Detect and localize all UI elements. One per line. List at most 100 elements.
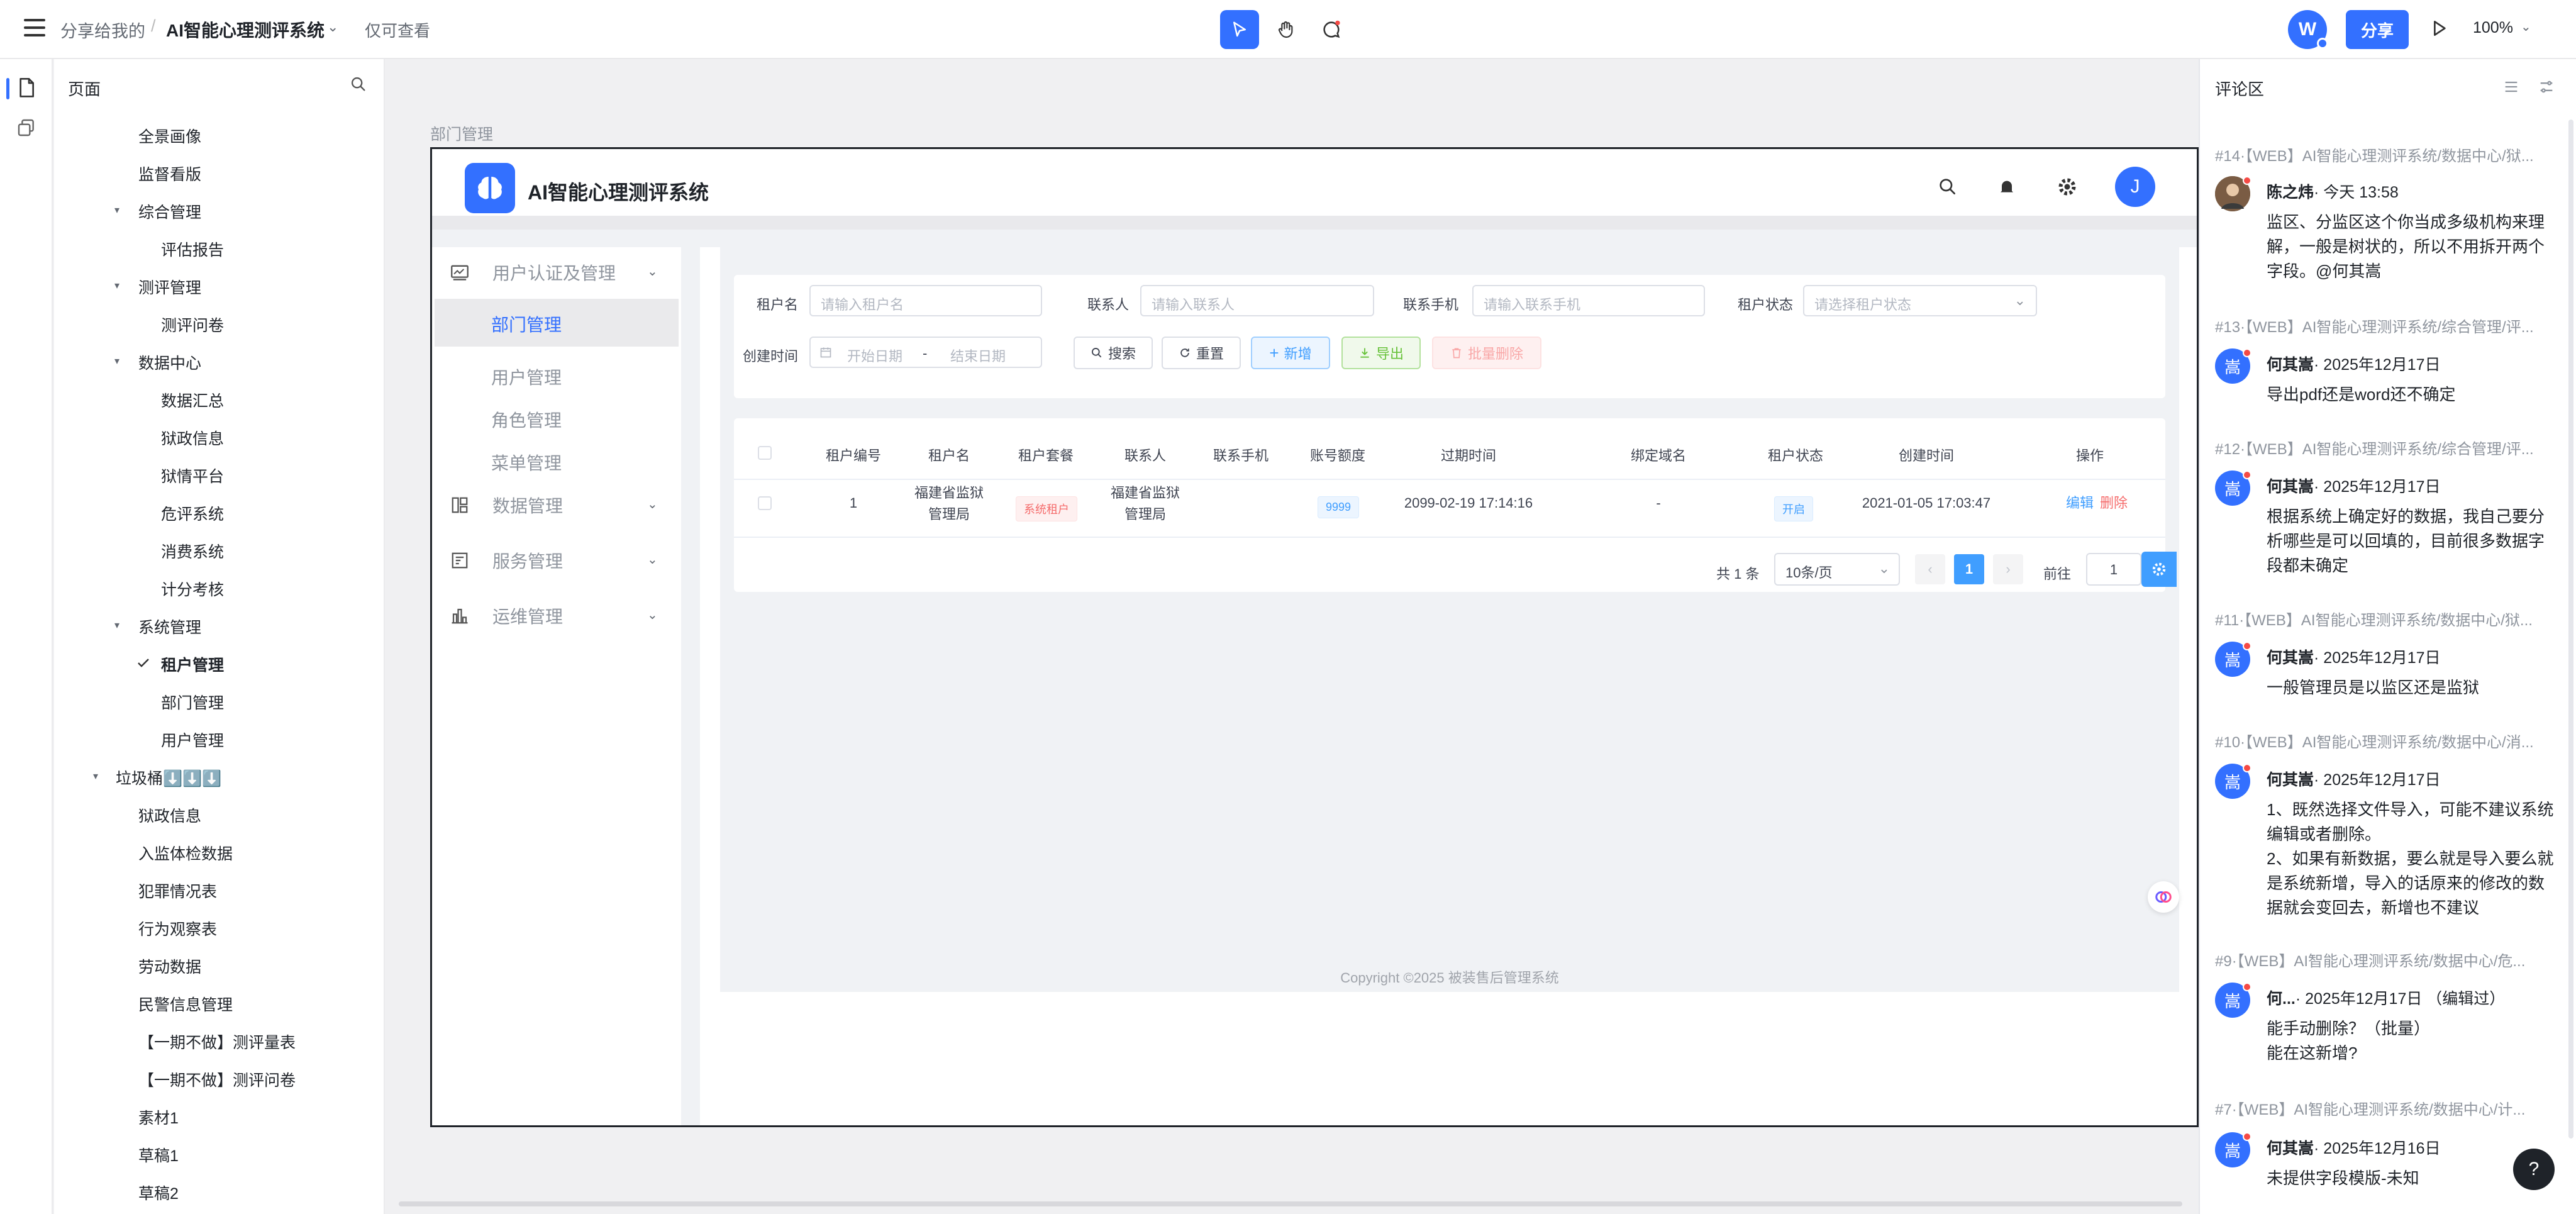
page-item[interactable]: 入监体检数据 (138, 842, 233, 864)
contact-input[interactable]: 请输入联系人 (1140, 285, 1374, 316)
share-button[interactable]: 分享 (2346, 10, 2409, 49)
edit-link[interactable]: 编辑 (2066, 493, 2094, 514)
search-icon[interactable] (1938, 177, 1958, 197)
page-item[interactable]: 行为观察表 (138, 917, 217, 940)
horizontal-scrollbar[interactable] (399, 1201, 2182, 1206)
comment-tool-button[interactable] (1312, 10, 1351, 49)
comment-context[interactable]: #9·【WEB】AI智能心理测评系统/数据中心/危... (2215, 949, 2561, 971)
page-item[interactable]: 素材1 (138, 1106, 179, 1128)
user-avatar[interactable]: W (2288, 10, 2328, 49)
reset-button[interactable]: 重置 (1162, 337, 1241, 369)
expand-caret-icon[interactable]: ▾ (114, 619, 119, 632)
page-size-select[interactable]: 10条/页 ⌄ (1774, 553, 1900, 586)
page-item[interactable]: 数据中心 (138, 351, 201, 374)
batch-delete-button[interactable]: 批量删除 (1432, 337, 1541, 369)
select-all-checkbox[interactable] (758, 446, 772, 460)
goto-page-input[interactable]: 1 (2086, 553, 2141, 586)
nav-group-data[interactable]: 数据管理 (450, 493, 563, 518)
page-item[interactable]: 计分考核 (161, 577, 224, 600)
page-item[interactable]: 垃圾桶⬇️⬇️⬇️ (116, 766, 221, 789)
project-name[interactable]: AI智能心理测评系统 (166, 17, 325, 42)
expand-caret-icon[interactable]: ▾ (93, 770, 98, 782)
page-item[interactable]: 测评问卷 (161, 313, 224, 336)
page-item[interactable]: 系统管理 (138, 615, 201, 638)
prev-page-button[interactable]: ‹ (1915, 554, 1945, 584)
comment-context[interactable]: #12·【WEB】AI智能心理测评系统/综合管理/评... (2215, 437, 2561, 459)
comment-context[interactable]: #11·【WEB】AI智能心理测评系统/数据中心/狱... (2215, 608, 2561, 630)
expand-caret-icon[interactable]: ▾ (114, 204, 119, 216)
nav-group-auth[interactable]: 用户认证及管理 (450, 260, 616, 285)
nav-item-roles[interactable]: 角色管理 (491, 407, 562, 432)
page-item[interactable]: 劳动数据 (138, 955, 201, 977)
hamburger-menu-icon[interactable] (24, 19, 45, 38)
comment-context[interactable]: #14·【WEB】AI智能心理测评系统/数据中心/狱... (2215, 143, 2561, 165)
design-frame[interactable]: AI智能心理测评系统 J 用户认证及管理 ⌄ 部门管理 用户管理 角色管理 菜单… (430, 147, 2199, 1127)
page-item[interactable]: 危评系统 (161, 502, 224, 525)
page-item[interactable]: 草稿2 (138, 1181, 179, 1204)
page-item[interactable]: 评估报告 (161, 238, 224, 260)
page-item[interactable]: 数据汇总 (161, 389, 224, 411)
chevron-down-icon[interactable]: ⌄ (647, 552, 658, 567)
page-item[interactable]: 狱政信息 (138, 804, 201, 827)
expand-caret-icon[interactable]: ▾ (114, 355, 119, 367)
page-item[interactable]: 草稿1 (138, 1144, 179, 1166)
nav-item-active[interactable]: 部门管理 (435, 299, 679, 347)
nav-group-ops[interactable]: 运维管理 (450, 603, 563, 628)
bell-icon[interactable] (1997, 177, 2017, 197)
comment-context[interactable]: #10·【WEB】AI智能心理测评系统/数据中心/消... (2215, 730, 2561, 752)
chevron-down-icon[interactable]: ⌄ (647, 496, 658, 512)
page-item[interactable]: 犯罪情况表 (138, 879, 217, 902)
app-user-avatar[interactable]: J (2115, 167, 2155, 207)
row-checkbox[interactable] (758, 496, 772, 510)
page-item[interactable]: 狱政信息 (161, 426, 224, 449)
nav-item-users[interactable]: 用户管理 (491, 364, 562, 389)
page-item[interactable]: 【一期不做】测评量表 (138, 1030, 296, 1053)
search-icon[interactable] (350, 75, 367, 93)
zoom-dropdown-icon[interactable]: ⌄ (2521, 19, 2531, 35)
page-item[interactable]: 部门管理 (161, 691, 224, 713)
nav-group-service[interactable]: 服务管理 (450, 548, 563, 573)
add-button[interactable]: + 新增 (1251, 337, 1330, 369)
status-select[interactable]: 请选择租户状态 ⌄ (1803, 285, 2037, 316)
tenant-name-input[interactable]: 请输入租户名 (809, 285, 1042, 316)
export-button[interactable]: 导出 (1341, 337, 1421, 369)
start-date-input[interactable]: 开始日期 (847, 345, 902, 365)
page-item[interactable]: 全景画像 (138, 125, 201, 147)
project-dropdown-icon[interactable]: ⌄ (327, 19, 338, 35)
comment-context[interactable]: #7·【WEB】AI智能心理测评系统/数据中心/计... (2215, 1097, 2561, 1119)
end-date-input[interactable]: 结束日期 (950, 345, 1006, 365)
frame-label[interactable]: 部门管理 (430, 122, 493, 145)
filter-icon[interactable] (2537, 78, 2556, 96)
comments-scrollbar[interactable] (2568, 120, 2573, 1139)
chevron-down-icon[interactable]: ⌄ (647, 264, 658, 279)
settings-float-button[interactable] (2141, 552, 2177, 587)
present-button[interactable] (2429, 18, 2449, 42)
page-item[interactable]: 【一期不做】测评问卷 (138, 1068, 296, 1091)
breadcrumb-root[interactable]: 分享给我的 (60, 18, 145, 42)
phone-input[interactable]: 请输入联系手机 (1472, 285, 1705, 316)
expand-caret-icon[interactable]: ▾ (114, 279, 119, 292)
page-icon[interactable] (16, 77, 36, 99)
ai-assistant-button[interactable] (2148, 881, 2179, 913)
gear-icon[interactable] (2056, 175, 2079, 198)
page-item[interactable]: 综合管理 (138, 200, 201, 223)
list-icon[interactable] (2502, 78, 2521, 96)
layers-icon[interactable] (16, 117, 36, 138)
search-button[interactable]: 搜索 (1074, 337, 1153, 369)
hand-tool-button[interactable] (1267, 10, 1306, 49)
next-page-button[interactable]: › (1993, 554, 2023, 584)
page-item[interactable]: 民警信息管理 (138, 993, 233, 1015)
page-item-current[interactable]: 租户管理 (161, 653, 224, 676)
page-item[interactable]: 消费系统 (161, 540, 224, 562)
delete-link[interactable]: 删除 (2100, 493, 2128, 514)
select-tool-button[interactable] (1220, 10, 1259, 49)
current-page-button[interactable]: 1 (1954, 554, 1984, 584)
nav-item-menus[interactable]: 菜单管理 (491, 450, 562, 475)
help-button[interactable]: ? (2513, 1149, 2555, 1190)
page-item[interactable]: 用户管理 (161, 728, 224, 751)
chevron-down-icon[interactable]: ⌄ (647, 607, 658, 623)
page-item[interactable]: 测评管理 (138, 276, 201, 298)
comment-context[interactable]: #13·【WEB】AI智能心理测评系统/综合管理/评... (2215, 315, 2561, 337)
zoom-level[interactable]: 100% (2473, 19, 2513, 37)
page-item[interactable]: 狱情平台 (161, 464, 224, 487)
